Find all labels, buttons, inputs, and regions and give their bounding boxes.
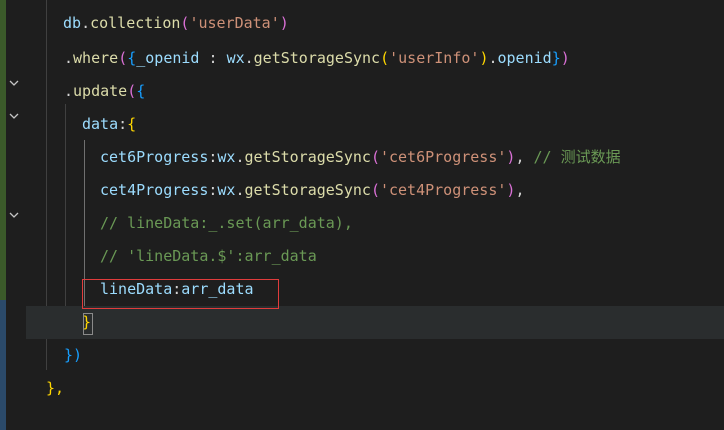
code-editor[interactable]: db.collection('userData') .where({_openi… xyxy=(0,0,724,430)
code-line[interactable]: cet6Progress:wx.getStorageSync('cet6Prog… xyxy=(26,141,724,174)
token-bracket: ( xyxy=(127,82,137,100)
code-line[interactable]: } xyxy=(26,306,724,339)
token-function: getStorageSync xyxy=(244,181,371,199)
token-punctuation: . xyxy=(64,82,74,100)
bracket-match-box xyxy=(83,313,93,335)
token-object: wx xyxy=(217,181,236,199)
token-comment: // lineData:_.set(arr_data), xyxy=(100,214,353,232)
token-property: openid xyxy=(497,49,552,67)
token-object: wx xyxy=(217,148,236,166)
token-object: db xyxy=(63,14,82,32)
token-bracket: ( xyxy=(370,181,380,199)
token-punctuation: : xyxy=(118,115,128,133)
editor-gutter xyxy=(0,0,26,430)
token-bracket: ) xyxy=(560,49,570,67)
fold-chevron-icon[interactable] xyxy=(8,209,20,221)
token-key: cet6Progress xyxy=(100,148,209,166)
token-object: wx xyxy=(226,49,245,67)
token-bracket: }) xyxy=(64,346,83,364)
code-line[interactable]: // 'lineData.$':arr_data xyxy=(26,240,724,273)
fold-chevron-icon[interactable] xyxy=(8,77,20,89)
token-punctuation: . xyxy=(244,49,254,67)
code-line[interactable]: }, xyxy=(26,372,724,405)
code-line[interactable]: .where({_openid : wx.getStorageSync('use… xyxy=(26,42,724,75)
token-comment: // 测试数据 xyxy=(533,148,621,166)
token-bracket: { xyxy=(127,49,137,67)
token-bracket: ( xyxy=(380,49,390,67)
code-line[interactable]: .update({ xyxy=(26,75,724,108)
token-bracket: ) xyxy=(279,14,289,32)
token-bracket: { xyxy=(127,115,137,133)
code-line[interactable]: db.collection('userData') xyxy=(26,7,724,40)
code-line[interactable]: }) xyxy=(26,339,724,372)
token-punctuation: . xyxy=(81,14,91,32)
token-key: _openid xyxy=(136,49,200,67)
code-line[interactable]: data:{ xyxy=(26,108,724,141)
token-string: 'cet6Progress' xyxy=(379,148,507,166)
token-string: 'userData' xyxy=(189,14,280,32)
token-punctuation: : xyxy=(199,49,227,67)
token-punctuation: . xyxy=(235,181,245,199)
git-change-indicator-modified xyxy=(0,300,6,430)
code-line[interactable]: cet4Progress:wx.getStorageSync('cet4Prog… xyxy=(26,174,724,207)
token-punctuation: . xyxy=(488,49,498,67)
token-bracket: ( xyxy=(370,148,380,166)
token-key: cet4Progress xyxy=(100,181,209,199)
token-function: getStorageSync xyxy=(244,148,371,166)
code-line[interactable]: // lineData:_.set(arr_data), xyxy=(26,207,724,240)
token-punctuation: , xyxy=(515,148,534,166)
fold-chevron-icon[interactable] xyxy=(8,110,20,122)
token-string: 'cet4Progress' xyxy=(379,181,507,199)
token-bracket: ( xyxy=(118,49,128,67)
token-function: collection xyxy=(90,14,181,32)
token-key: data xyxy=(82,115,119,133)
token-string: 'userInfo' xyxy=(389,49,480,67)
token-function: getStorageSync xyxy=(253,49,381,67)
token-punctuation: . xyxy=(64,49,74,67)
token-function: update xyxy=(73,82,128,100)
token-bracket: }, xyxy=(46,379,65,397)
token-bracket: { xyxy=(136,82,146,100)
token-bracket: } xyxy=(551,49,561,67)
token-comment: // 'lineData.$':arr_data xyxy=(100,247,317,265)
token-punctuation: , xyxy=(515,181,525,199)
annotation-highlight-box xyxy=(82,279,279,309)
token-function: where xyxy=(73,49,119,67)
token-punctuation: . xyxy=(235,148,245,166)
